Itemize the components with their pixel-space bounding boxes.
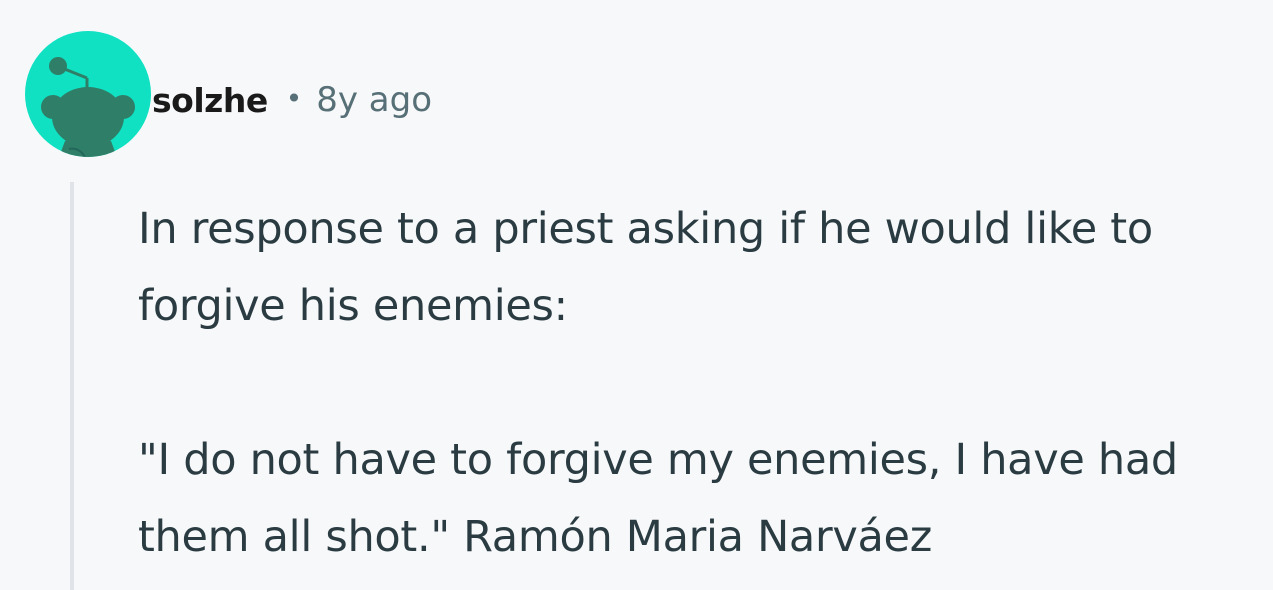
thread-line[interactable] (70, 182, 74, 590)
snoo-avatar-icon (41, 57, 135, 157)
comment-body: In response to a priest asking if he wou… (138, 191, 1263, 576)
meta-separator: • (285, 81, 303, 115)
comment-paragraph: "I do not have to forgive my enemies, I … (138, 435, 1178, 562)
comment: solzhe • 8y ago In response to a priest … (0, 0, 1273, 590)
comment-timestamp[interactable]: 8y ago (316, 80, 432, 120)
username-link[interactable]: solzhe (152, 81, 268, 120)
comment-paragraph: In response to a priest asking if he wou… (138, 204, 1153, 331)
comment-meta: solzhe • 8y ago (152, 74, 432, 126)
avatar[interactable] (25, 31, 151, 157)
